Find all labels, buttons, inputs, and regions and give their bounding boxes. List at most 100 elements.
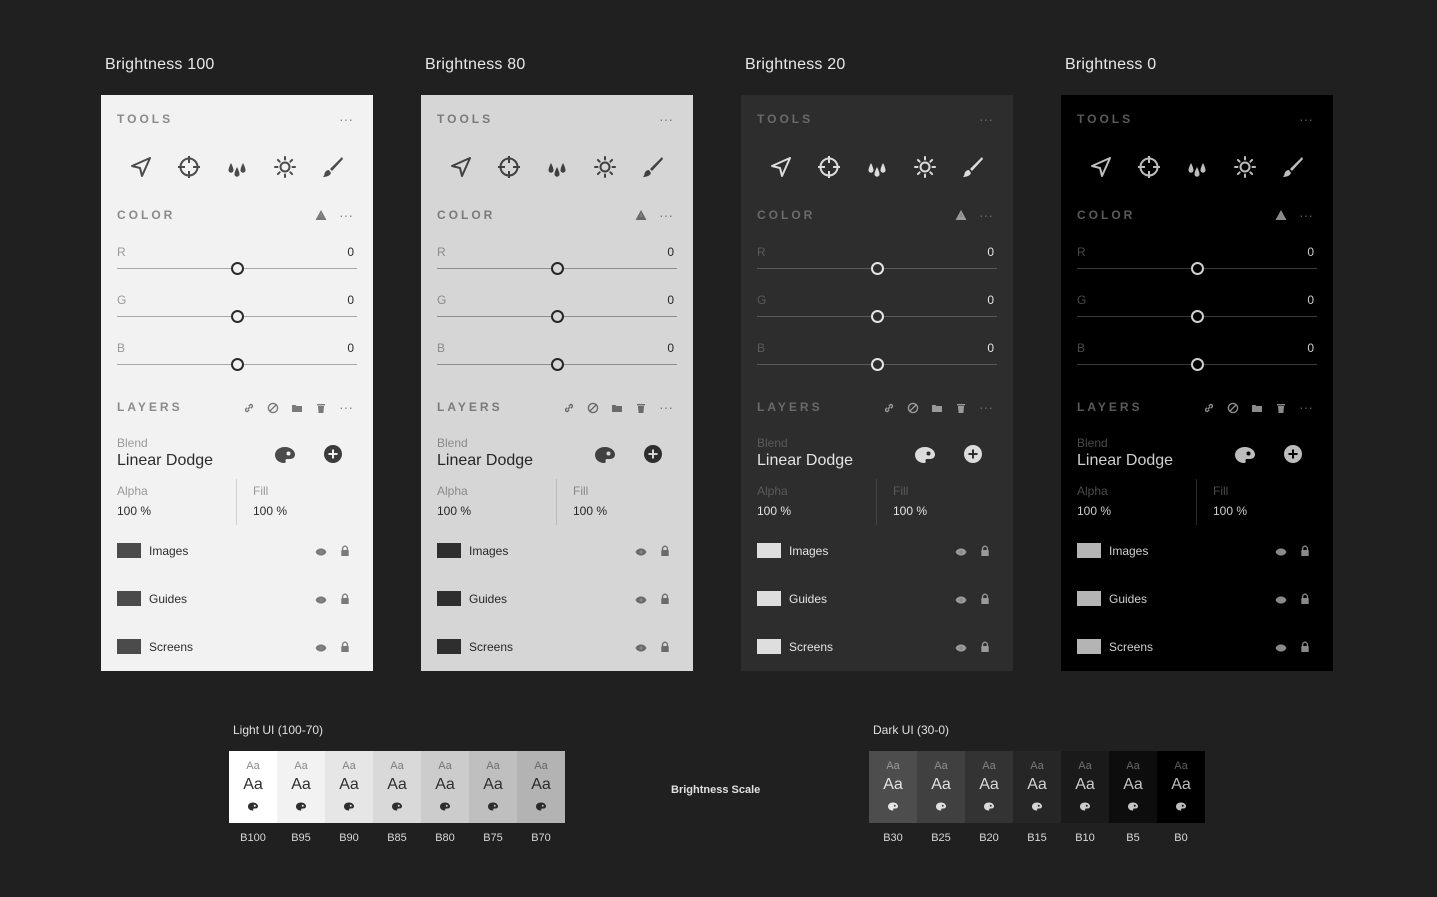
- navigation-arrow-icon[interactable]: [449, 155, 473, 179]
- brightness-sun-icon[interactable]: [913, 155, 937, 179]
- trash-icon[interactable]: [315, 401, 327, 419]
- eye-icon[interactable]: [315, 641, 327, 653]
- color-menu-icon[interactable]: ···: [339, 208, 353, 222]
- lock-icon[interactable]: [339, 640, 351, 652]
- crosshair-target-icon[interactable]: [1137, 155, 1161, 179]
- tools-menu-icon[interactable]: ···: [979, 112, 993, 126]
- warning-triangle-icon[interactable]: [635, 208, 647, 226]
- folder-icon[interactable]: [611, 401, 623, 419]
- link-icon[interactable]: [243, 401, 255, 419]
- layer-row[interactable]: Guides: [101, 583, 373, 615]
- eye-icon[interactable]: [635, 545, 647, 557]
- folder-icon[interactable]: [931, 401, 943, 419]
- layers-menu-icon[interactable]: ···: [1299, 400, 1313, 414]
- navigation-arrow-icon[interactable]: [129, 155, 153, 179]
- tools-menu-icon[interactable]: ···: [659, 112, 673, 126]
- color-menu-icon[interactable]: ···: [1299, 208, 1313, 222]
- fill-input[interactable]: 100 %: [573, 504, 607, 518]
- disable-icon[interactable]: [907, 401, 919, 419]
- add-circle-icon[interactable]: [963, 444, 983, 469]
- slider-knob[interactable]: [1191, 358, 1204, 371]
- fill-input[interactable]: 100 %: [1213, 504, 1247, 518]
- layers-menu-icon[interactable]: ···: [659, 400, 673, 414]
- droplets-icon[interactable]: [225, 155, 249, 179]
- folder-icon[interactable]: [1251, 401, 1263, 419]
- slider-knob[interactable]: [871, 310, 884, 323]
- slider-knob[interactable]: [551, 310, 564, 323]
- add-circle-icon[interactable]: [323, 444, 343, 469]
- brush-icon[interactable]: [961, 155, 985, 179]
- alpha-input[interactable]: 100 %: [757, 504, 791, 518]
- link-icon[interactable]: [883, 401, 895, 419]
- slider-knob[interactable]: [231, 358, 244, 371]
- tools-menu-icon[interactable]: ···: [339, 112, 353, 126]
- lock-icon[interactable]: [659, 640, 671, 652]
- crosshair-target-icon[interactable]: [817, 155, 841, 179]
- blend-mode-dropdown[interactable]: Linear Dodge: [437, 452, 533, 470]
- brush-icon[interactable]: [1281, 155, 1305, 179]
- alpha-input[interactable]: 100 %: [1077, 504, 1111, 518]
- warning-triangle-icon[interactable]: [955, 208, 967, 226]
- lock-icon[interactable]: [1299, 592, 1311, 604]
- lock-icon[interactable]: [659, 544, 671, 556]
- crosshair-target-icon[interactable]: [177, 155, 201, 179]
- folder-icon[interactable]: [291, 401, 303, 419]
- lock-icon[interactable]: [339, 592, 351, 604]
- alpha-input[interactable]: 100 %: [117, 504, 151, 518]
- eye-icon[interactable]: [315, 545, 327, 557]
- lock-icon[interactable]: [1299, 544, 1311, 556]
- droplets-icon[interactable]: [545, 155, 569, 179]
- layer-row[interactable]: Screens: [741, 631, 1013, 663]
- navigation-arrow-icon[interactable]: [1089, 155, 1113, 179]
- warning-triangle-icon[interactable]: [315, 208, 327, 226]
- layers-menu-icon[interactable]: ···: [979, 400, 993, 414]
- droplets-icon[interactable]: [865, 155, 889, 179]
- eye-icon[interactable]: [955, 593, 967, 605]
- palette-icon[interactable]: [913, 444, 937, 468]
- disable-icon[interactable]: [1227, 401, 1239, 419]
- eye-icon[interactable]: [315, 593, 327, 605]
- fill-input[interactable]: 100 %: [893, 504, 927, 518]
- eye-icon[interactable]: [635, 641, 647, 653]
- brightness-sun-icon[interactable]: [273, 155, 297, 179]
- brightness-sun-icon[interactable]: [593, 155, 617, 179]
- slider-knob[interactable]: [1191, 310, 1204, 323]
- droplets-icon[interactable]: [1185, 155, 1209, 179]
- slider-knob[interactable]: [871, 262, 884, 275]
- layers-menu-icon[interactable]: ···: [339, 400, 353, 414]
- layer-row[interactable]: Screens: [101, 631, 373, 663]
- disable-icon[interactable]: [587, 401, 599, 419]
- slider-knob[interactable]: [231, 262, 244, 275]
- layer-row[interactable]: Guides: [741, 583, 1013, 615]
- add-circle-icon[interactable]: [643, 444, 663, 469]
- eye-icon[interactable]: [955, 641, 967, 653]
- blend-mode-dropdown[interactable]: Linear Dodge: [117, 452, 213, 470]
- slider-knob[interactable]: [871, 358, 884, 371]
- eye-icon[interactable]: [1275, 641, 1287, 653]
- color-menu-icon[interactable]: ···: [979, 208, 993, 222]
- disable-icon[interactable]: [267, 401, 279, 419]
- eye-icon[interactable]: [635, 593, 647, 605]
- blend-mode-dropdown[interactable]: Linear Dodge: [1077, 452, 1173, 470]
- palette-icon[interactable]: [273, 444, 297, 468]
- link-icon[interactable]: [563, 401, 575, 419]
- link-icon[interactable]: [1203, 401, 1215, 419]
- layer-row[interactable]: Screens: [1061, 631, 1333, 663]
- blend-mode-dropdown[interactable]: Linear Dodge: [757, 452, 853, 470]
- slider-knob[interactable]: [231, 310, 244, 323]
- slider-knob[interactable]: [551, 358, 564, 371]
- lock-icon[interactable]: [659, 592, 671, 604]
- layer-row[interactable]: Guides: [1061, 583, 1333, 615]
- brush-icon[interactable]: [641, 155, 665, 179]
- lock-icon[interactable]: [979, 592, 991, 604]
- color-menu-icon[interactable]: ···: [659, 208, 673, 222]
- lock-icon[interactable]: [979, 544, 991, 556]
- crosshair-target-icon[interactable]: [497, 155, 521, 179]
- brightness-sun-icon[interactable]: [1233, 155, 1257, 179]
- trash-icon[interactable]: [635, 401, 647, 419]
- lock-icon[interactable]: [1299, 640, 1311, 652]
- slider-knob[interactable]: [551, 262, 564, 275]
- palette-icon[interactable]: [593, 444, 617, 468]
- layer-row[interactable]: Images: [421, 535, 693, 567]
- alpha-input[interactable]: 100 %: [437, 504, 471, 518]
